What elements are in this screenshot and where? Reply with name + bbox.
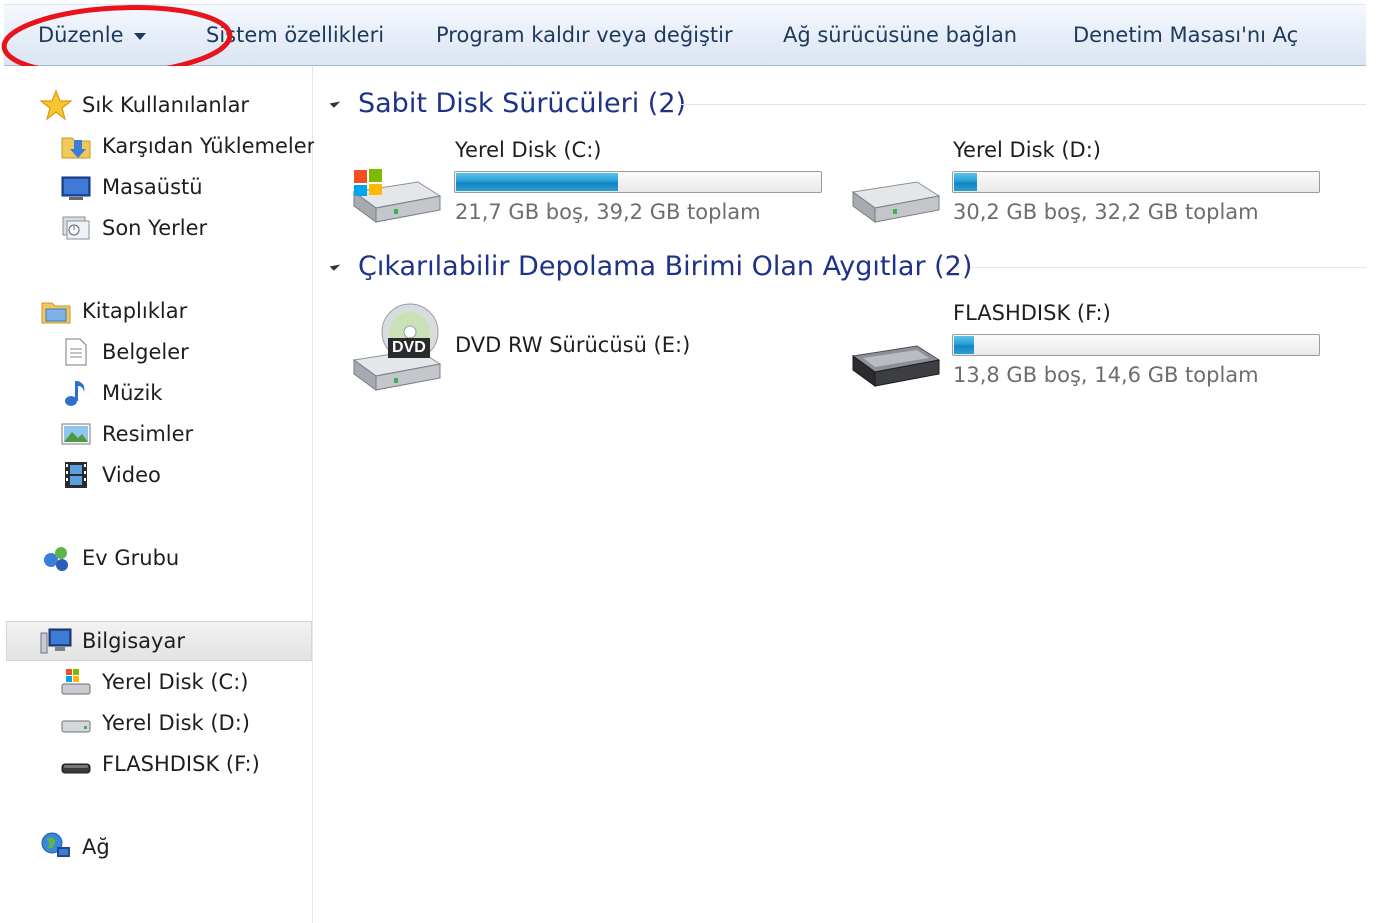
uninstall-program-button[interactable]: Program kaldır veya değiştir <box>436 5 733 65</box>
group-header-removable[interactable]: Çıkarılabilir Depolama Birimi Olan Aygıt… <box>329 247 973 287</box>
system-drive-icon <box>61 669 91 695</box>
music-note-icon <box>65 381 85 406</box>
drive-free-space: 30,2 GB boş, 32,2 GB toplam <box>953 200 1259 224</box>
drive-usage-fill <box>456 173 618 191</box>
collapse-triangle-icon <box>329 260 341 271</box>
nav-item-label: Müzik <box>102 381 163 405</box>
map-network-drive-button[interactable]: Ağ sürücüsüne bağlan <box>783 5 1017 65</box>
organize-button[interactable]: Düzenle <box>38 5 146 65</box>
group-header-label: Çıkarılabilir Depolama Birimi Olan Aygıt… <box>358 251 973 282</box>
drive-name: Yerel Disk (C:) <box>455 138 602 162</box>
nav-item-label: Video <box>102 463 161 487</box>
nav-homegroup-label: Ev Grubu <box>82 546 180 570</box>
hard-drive-icon <box>851 181 941 223</box>
hard-drive-icon <box>61 720 91 733</box>
system-properties-button[interactable]: Sistem özellikleri <box>206 5 384 65</box>
nav-network-label: Ağ <box>82 835 110 859</box>
star-icon <box>40 89 72 121</box>
pictures-icon <box>61 423 91 445</box>
desktop-icon <box>61 176 91 200</box>
group-header-hard-disks[interactable]: Sabit Disk Sürücüleri (2) <box>329 84 687 124</box>
drive-usage-bar <box>952 171 1320 193</box>
nav-item-label: Yerel Disk (D:) <box>102 711 250 735</box>
drive-name: Yerel Disk (D:) <box>953 138 1101 162</box>
collapse-triangle-icon <box>329 97 341 108</box>
nav-item-label: Masaüstü <box>102 175 203 199</box>
content-pane: Sabit Disk Sürücüleri (2) Yerel Disk (C:… <box>314 66 1366 923</box>
chevron-down-icon <box>133 32 146 40</box>
navigation-pane: Sık Kullanılanlar Karşıdan Yüklemeler Ma… <box>4 66 316 923</box>
nav-item-label: Son Yerler <box>102 216 208 240</box>
drive-free-space: 13,8 GB boş, 14,6 GB toplam <box>953 363 1259 387</box>
drive-usage-bar <box>952 334 1320 356</box>
command-bar: Düzenle Sistem özellikleri Program kaldı… <box>4 4 1366 66</box>
usb-drive-icon <box>851 345 941 387</box>
network-globe-icon <box>41 832 70 857</box>
drive-usage-fill <box>954 173 977 191</box>
group-divider <box>970 267 1366 268</box>
nav-item-label: Yerel Disk (C:) <box>102 670 249 694</box>
drive-usage-fill <box>954 336 974 354</box>
libraries-folder-icon <box>41 302 71 324</box>
drive-name: FLASHDISK (F:) <box>953 301 1111 325</box>
nav-item-label: Belgeler <box>102 340 189 364</box>
film-icon <box>65 462 87 488</box>
drive-usage-bar <box>454 171 822 193</box>
homegroup-icon <box>44 547 68 571</box>
drive-name: DVD RW Sürücüsü (E:) <box>455 333 691 357</box>
recent-places-icon <box>62 216 90 240</box>
nav-favorites-label: Sık Kullanılanlar <box>82 93 250 117</box>
group-divider <box>680 104 1366 105</box>
documents-icon <box>65 338 87 366</box>
nav-item-label: Resimler <box>102 422 194 446</box>
dvd-badge: DVD <box>388 338 430 358</box>
computer-icon <box>40 628 72 654</box>
nav-item-label: FLASHDISK (F:) <box>102 752 260 776</box>
group-header-label: Sabit Disk Sürücüleri (2) <box>358 88 687 119</box>
system-drive-icon <box>352 169 442 223</box>
nav-item-label: Karşıdan Yüklemeler <box>102 134 316 158</box>
nav-computer-label: Bilgisayar <box>82 629 185 653</box>
usb-drive-icon <box>61 763 91 774</box>
organize-label: Düzenle <box>38 23 124 47</box>
nav-libraries-label: Kitaplıklar <box>82 299 188 323</box>
downloads-folder-icon <box>61 137 91 159</box>
drive-free-space: 21,7 GB boş, 39,2 GB toplam <box>455 200 761 224</box>
open-control-panel-button[interactable]: Denetim Masası'nı Aç <box>1073 5 1298 65</box>
